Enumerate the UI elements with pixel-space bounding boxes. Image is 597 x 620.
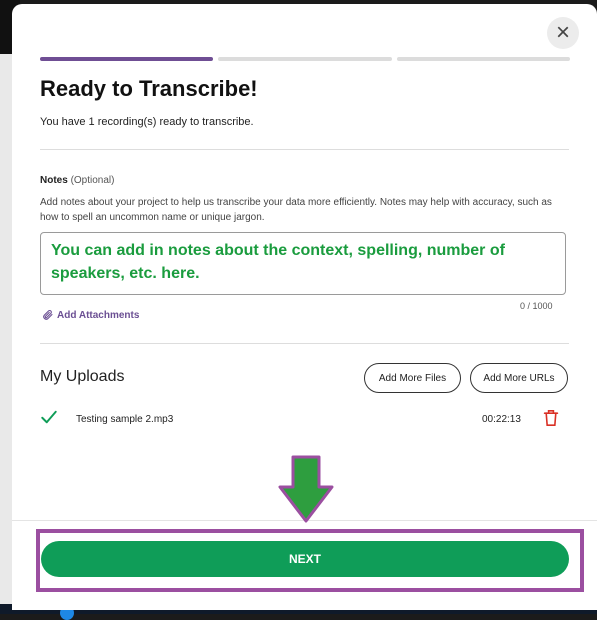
notes-char-counter: 0 / 1000 — [520, 301, 553, 311]
add-more-urls-button[interactable]: Add More URLs — [470, 363, 568, 393]
notes-label-text: Notes — [40, 175, 68, 186]
dialog-subtitle: You have 1 recording(s) ready to transcr… — [40, 116, 254, 128]
divider — [40, 149, 569, 150]
notes-label: Notes (Optional) — [40, 175, 114, 186]
notes-help-text: Add notes about your project to help us … — [40, 197, 552, 223]
trash-icon[interactable] — [543, 409, 559, 427]
highlight-annotation — [36, 529, 584, 592]
step-progress — [40, 57, 570, 61]
paperclip-icon — [43, 309, 53, 320]
dialog-title: Ready to Transcribe! — [40, 76, 258, 101]
close-button[interactable]: × — [547, 17, 579, 49]
notes-optional-text: (Optional) — [70, 175, 115, 186]
close-icon: × — [555, 19, 570, 46]
upload-file-name: Testing sample 2.mp3 — [76, 414, 174, 425]
add-attachments-label: Add Attachments — [57, 309, 140, 321]
add-more-files-button[interactable]: Add More Files — [364, 363, 461, 393]
progress-step-3 — [396, 57, 570, 61]
uploads-title: My Uploads — [40, 368, 125, 385]
add-attachments-link[interactable]: Add Attachments — [42, 309, 139, 321]
divider — [40, 343, 569, 344]
progress-step-2 — [218, 57, 392, 61]
arrow-down-icon — [278, 455, 334, 523]
upload-duration: 00:22:13 — [482, 414, 521, 425]
notes-textarea[interactable]: You can add in notes about the context, … — [40, 232, 566, 295]
progress-step-1 — [40, 57, 214, 61]
check-icon — [41, 410, 57, 424]
